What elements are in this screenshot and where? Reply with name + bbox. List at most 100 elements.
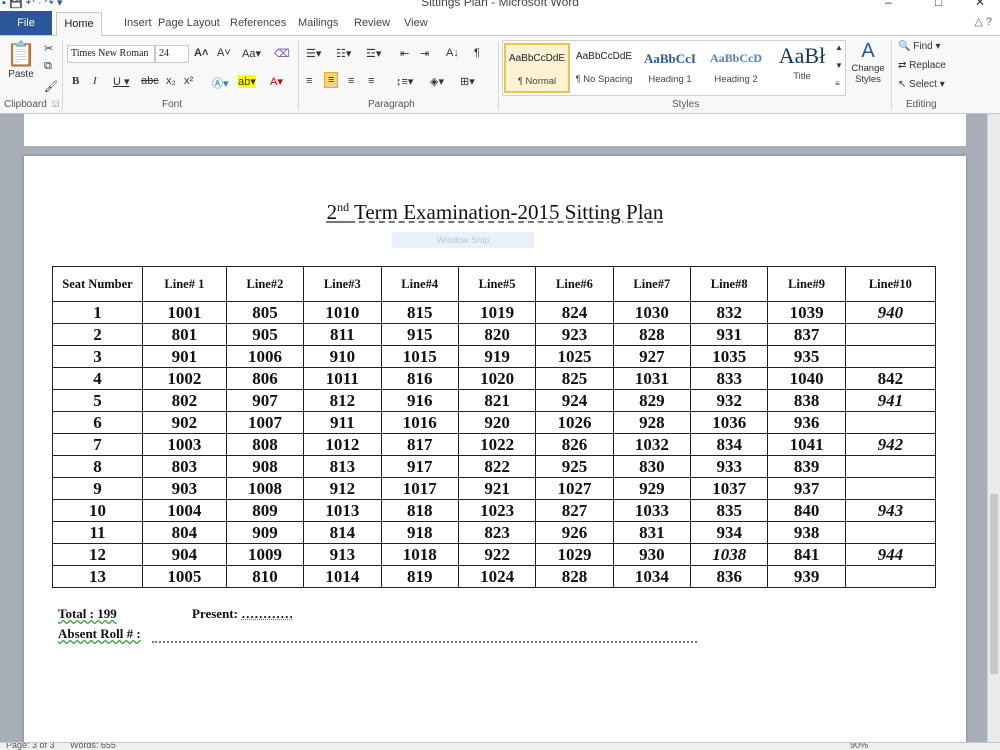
font-name-select[interactable]: Times New Roman [67,45,155,63]
roll-number-cell[interactable]: 919 [457,345,537,368]
paste-button[interactable]: 📋 Paste [6,40,36,80]
roll-number-cell[interactable]: 910 [303,345,382,368]
scrollbar-thumb[interactable] [990,494,998,674]
roll-number-cell[interactable]: 934 [690,521,769,544]
document-area[interactable]: 2nd Term Examination-2015 Sitting Plan W… [0,114,987,742]
roll-number-cell[interactable]: 1035 [690,345,769,368]
roll-number-cell[interactable]: 815 [380,301,459,324]
tab-file[interactable]: File [0,11,52,35]
tab-page-layout[interactable]: Page Layout [158,17,220,29]
roll-number-cell[interactable]: 801 [142,323,227,346]
roll-number-cell[interactable]: 1038 [690,543,769,566]
seat-number-cell[interactable]: 12 [52,543,143,566]
roll-number-cell[interactable] [844,477,937,500]
text-effects-icon[interactable]: Ⓐ▾ [212,75,229,91]
roll-number-cell[interactable]: 1003 [142,433,227,456]
change-styles-button[interactable]: A Change Styles [848,40,888,85]
roll-number-cell[interactable]: 839 [767,455,846,478]
roll-number-cell[interactable]: 818 [380,499,459,522]
roll-number-cell[interactable]: 909 [225,521,305,544]
bullets-icon[interactable]: ☰▾ [306,47,321,60]
borders-icon[interactable]: ⊞▾ [460,75,475,88]
seat-number-cell[interactable]: 9 [52,477,143,500]
roll-number-cell[interactable]: 923 [535,323,614,346]
roll-number-cell[interactable]: 930 [612,543,692,566]
style-heading-1[interactable]: AaBbCcI Heading 1 [637,43,703,93]
roll-number-cell[interactable]: 902 [142,411,227,434]
roll-number-cell[interactable]: 1020 [457,367,537,390]
roll-number-cell[interactable]: 936 [767,411,846,434]
underline-button[interactable]: U ▾ [113,75,130,88]
italic-button[interactable]: I [93,75,97,87]
strikethrough-button[interactable]: abc [141,75,159,87]
roll-number-cell[interactable]: 932 [690,389,769,412]
grow-font-icon[interactable]: A˄ [194,47,208,59]
roll-number-cell[interactable]: 908 [225,455,305,478]
roll-number-cell[interactable]: 814 [303,521,382,544]
roll-number-cell[interactable]: 842 [844,367,937,390]
sort-icon[interactable]: A↓ [446,47,459,59]
roll-number-cell[interactable] [844,323,937,346]
roll-number-cell[interactable]: 812 [303,389,382,412]
roll-number-cell[interactable]: 828 [612,323,692,346]
roll-number-cell[interactable]: 805 [225,301,305,324]
word-count[interactable]: Words: 655 [70,743,116,750]
clear-formatting-icon[interactable]: ⌫ [274,47,290,60]
seat-number-cell[interactable]: 10 [52,499,143,522]
roll-number-cell[interactable]: 1002 [142,367,227,390]
roll-number-cell[interactable]: 1010 [303,301,382,324]
roll-number-cell[interactable]: 905 [225,323,305,346]
gallery-down-icon[interactable]: ▼ [835,61,843,70]
center-align-icon[interactable]: ≡ [324,72,339,88]
roll-number-cell[interactable]: 901 [142,345,227,368]
roll-number-cell[interactable]: 1031 [612,367,692,390]
roll-number-cell[interactable]: 833 [690,367,769,390]
select-button[interactable]: ↖ Select ▾ [898,79,945,90]
roll-number-cell[interactable]: 928 [612,411,692,434]
roll-number-cell[interactable]: 1041 [767,433,846,456]
shrink-font-icon[interactable]: A˅ [217,47,231,59]
roll-number-cell[interactable]: 942 [844,433,937,456]
seat-number-cell[interactable]: 6 [52,411,143,434]
tab-references[interactable]: References [230,17,286,29]
style-heading-2[interactable]: AaBbCcD Heading 2 [703,43,769,93]
roll-number-cell[interactable]: 1030 [612,301,692,324]
increase-indent-icon[interactable]: ⇥ [420,47,429,60]
font-color-icon[interactable]: A▾ [270,75,283,88]
roll-number-cell[interactable]: 1006 [225,345,305,368]
tab-mailings[interactable]: Mailings [298,17,338,29]
roll-number-cell[interactable]: 1027 [535,477,614,500]
roll-number-cell[interactable]: 813 [303,455,382,478]
roll-number-cell[interactable]: 1005 [142,565,227,588]
superscript-button[interactable]: x² [184,75,193,87]
roll-number-cell[interactable]: 1001 [142,301,227,324]
roll-number-cell[interactable]: 810 [225,565,305,588]
sitting-plan-table[interactable]: Seat Number Line# 1 Line#2 Line#3 Line#4 Line… [52,266,937,588]
seat-number-cell[interactable]: 13 [52,565,143,588]
roll-number-cell[interactable]: 907 [225,389,305,412]
seat-number-cell[interactable]: 4 [52,367,143,390]
roll-number-cell[interactable]: 1025 [535,345,614,368]
roll-number-cell[interactable]: 916 [380,389,459,412]
tab-insert[interactable]: Insert [124,17,152,29]
roll-number-cell[interactable]: 1034 [612,565,692,588]
roll-number-cell[interactable]: 829 [612,389,692,412]
numbering-icon[interactable]: ☷▾ [336,47,351,60]
tab-review[interactable]: Review [354,17,390,29]
format-painter-icon[interactable]: 🖌 [44,80,58,93]
roll-number-cell[interactable]: 927 [612,345,692,368]
style-no-spacing[interactable]: AaBbCcDdE ¶ No Spacing [571,43,637,93]
roll-number-cell[interactable]: 918 [380,521,459,544]
roll-number-cell[interactable]: 940 [844,301,937,324]
vertical-scrollbar[interactable] [987,114,1000,742]
roll-number-cell[interactable]: 917 [380,455,459,478]
roll-number-cell[interactable]: 827 [535,499,614,522]
roll-number-cell[interactable]: 931 [690,323,769,346]
roll-number-cell[interactable]: 903 [142,477,227,500]
gallery-more-icon[interactable]: ≡ [835,79,840,88]
roll-number-cell[interactable]: 840 [767,499,846,522]
roll-number-cell[interactable]: 808 [225,433,305,456]
roll-number-cell[interactable]: 924 [535,389,614,412]
style-normal[interactable]: AaBbCcDdE ¶ Normal [504,43,570,93]
bold-button[interactable]: B [72,75,79,87]
